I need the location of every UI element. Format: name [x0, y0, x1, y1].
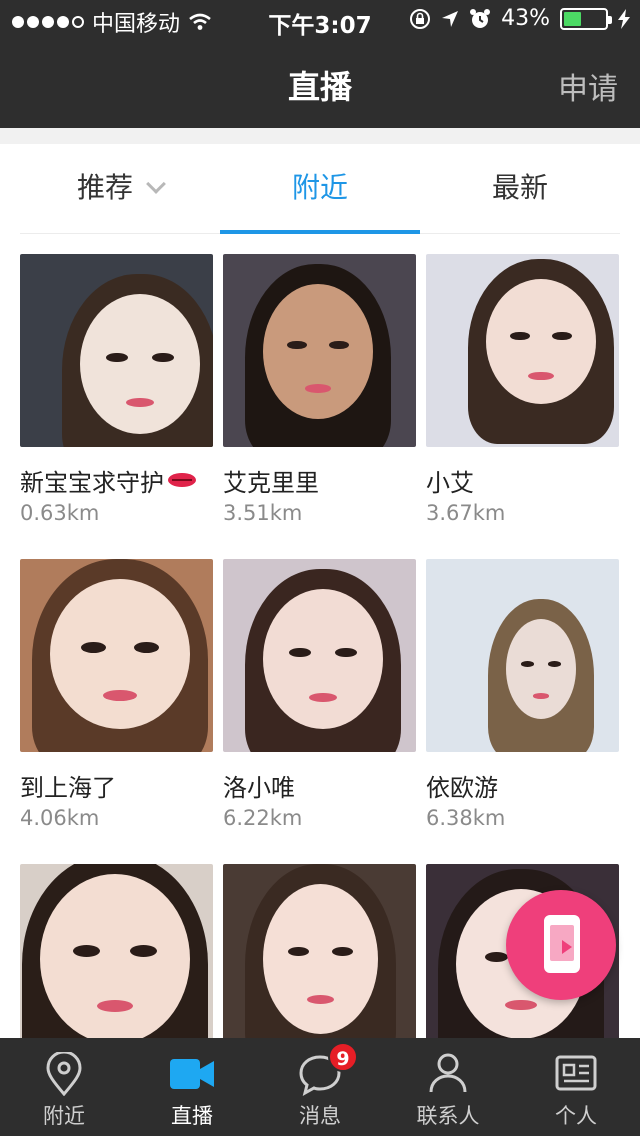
stream-distance: 6.38km: [426, 806, 506, 830]
video-camera-icon: [170, 1059, 214, 1089]
streamer-name: 洛小唯: [223, 773, 295, 802]
battery-icon: [560, 7, 612, 30]
nav-messages[interactable]: 9 消息: [256, 1038, 384, 1136]
portrait-face: [506, 619, 576, 719]
nav-label: 个人: [555, 1104, 597, 1128]
stream-thumbnail[interactable]: [20, 254, 213, 447]
tab-label: 附近: [291, 171, 348, 204]
stream-thumbnail[interactable]: [223, 254, 416, 447]
portrait-face: [50, 579, 190, 729]
nav-live[interactable]: 直播: [128, 1038, 256, 1136]
divider: [0, 128, 640, 144]
unread-badge: 9: [328, 1042, 358, 1072]
nav-contacts[interactable]: 联系人: [384, 1038, 512, 1136]
stream-thumbnail[interactable]: [20, 864, 213, 1057]
location-pin-icon: [46, 1050, 82, 1097]
nav-label: 联系人: [416, 1104, 480, 1128]
tab-nearby[interactable]: 附近: [220, 144, 420, 234]
location-arrow-icon: [442, 10, 459, 27]
lips-icon: [168, 473, 196, 487]
portrait-feature: [103, 690, 137, 702]
apply-button[interactable]: 申请: [558, 64, 618, 108]
profile-card-icon: [555, 1055, 597, 1091]
status-bar: 中国移动 下午3:07 43%: [0, 0, 640, 40]
nav-label: 消息: [299, 1104, 341, 1128]
portrait-feature: [97, 999, 133, 1012]
portrait-face: [263, 589, 383, 729]
tab-bar: 推荐 附近 最新: [20, 144, 620, 234]
stream-card[interactable]: 依欧游 6.38km: [426, 559, 619, 864]
nav-label: 直播: [171, 1104, 213, 1128]
portrait-face: [263, 284, 373, 419]
portrait-feature: [552, 331, 572, 341]
bottom-nav: 附近 直播 9 消息 联系人 个人: [0, 1038, 640, 1136]
stream-card[interactable]: 到上海了 4.06km: [20, 559, 213, 864]
nav-nearby[interactable]: 附近: [0, 1038, 128, 1136]
portrait-face: [486, 279, 596, 404]
portrait-face: [40, 874, 190, 1044]
phone-live-icon: [544, 915, 580, 973]
status-right: 43%: [409, 6, 630, 31]
tab-recommended[interactable]: 推荐: [20, 144, 220, 233]
stream-distance: 3.51km: [223, 501, 303, 525]
portrait-feature: [332, 947, 353, 957]
portrait-feature: [532, 693, 550, 699]
stream-grid: 新宝宝求守护 0.63km 艾克里里 3.51km 小艾 3.67km 到上海了…: [20, 254, 620, 1136]
nav-profile[interactable]: 个人: [512, 1038, 640, 1136]
stream-distance: 4.06km: [20, 806, 100, 830]
stream-card[interactable]: 艾克里里 3.51km: [223, 254, 416, 559]
stream-distance: 0.63km: [20, 501, 100, 525]
person-icon: [429, 1053, 467, 1093]
battery-fill: [564, 11, 581, 26]
portrait-feature: [152, 352, 174, 363]
portrait-feature: [304, 383, 332, 393]
charging-bolt-icon: [618, 8, 630, 29]
stream-card[interactable]: 新宝宝求守护 0.63km: [20, 254, 213, 559]
tab-label: 推荐: [76, 171, 133, 204]
stream-distance: 3.67km: [426, 501, 506, 525]
stream-thumbnail[interactable]: [426, 559, 619, 752]
alarm-icon: [470, 8, 491, 28]
streamer-name: 小艾: [426, 468, 474, 497]
top-bar: 中国移动 下午3:07 43% 直播 申请: [0, 0, 640, 128]
portrait-feature: [548, 661, 561, 667]
stream-thumbnail[interactable]: [223, 864, 416, 1057]
stream-distance: 6.22km: [223, 806, 303, 830]
stream-thumbnail[interactable]: [20, 559, 213, 752]
portrait-face: [80, 294, 200, 434]
portrait-feature: [510, 331, 530, 341]
stream-thumbnail[interactable]: [426, 254, 619, 447]
stream-card[interactable]: 洛小唯 6.22km: [223, 559, 416, 864]
portrait-feature: [521, 661, 534, 667]
nav-label: 附近: [43, 1104, 85, 1128]
rotation-lock-icon: [410, 8, 431, 29]
tab-latest[interactable]: 最新: [420, 144, 620, 233]
streamer-name: 新宝宝求守护: [20, 463, 213, 497]
portrait-face: [263, 884, 378, 1034]
stream-thumbnail[interactable]: [223, 559, 416, 752]
streamer-name: 艾克里里: [223, 468, 319, 497]
stream-card[interactable]: 小艾 3.67km: [426, 254, 619, 559]
page-title: 直播: [287, 68, 352, 106]
go-live-button[interactable]: [506, 890, 616, 1000]
tab-label: 最新: [491, 171, 548, 204]
portrait-feature: [335, 647, 357, 658]
streamer-name: 依欧游: [426, 773, 498, 802]
streamer-name: 到上海了: [20, 773, 116, 802]
chevron-down-icon: [146, 174, 166, 194]
battery-percent: 43%: [501, 6, 550, 31]
